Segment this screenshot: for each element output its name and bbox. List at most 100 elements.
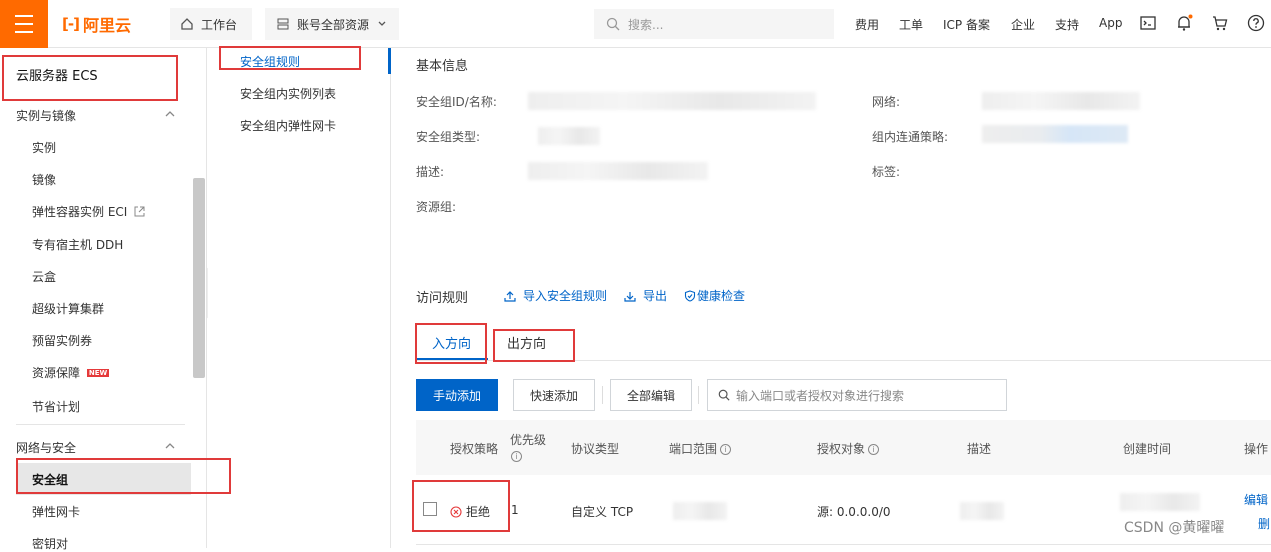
sidebar-item-cloudbox[interactable]: 云盒 bbox=[32, 268, 56, 285]
enterprise-link[interactable]: 企业 bbox=[1011, 16, 1035, 33]
sidebar-item-reserved[interactable]: 预留实例券 bbox=[32, 332, 92, 349]
workbench-button[interactable]: 工作台 bbox=[170, 8, 252, 40]
home-icon bbox=[181, 18, 193, 30]
hamburger-menu-button[interactable] bbox=[0, 0, 48, 48]
top-navigation-bar: [-] 阿里云 工作台 账号全部资源 搜索... 费用 工单 ICP 备案 企业… bbox=[0, 0, 1271, 48]
sidebar-divider bbox=[16, 424, 185, 425]
search-placeholder: 搜索... bbox=[628, 17, 664, 32]
sg-id-value-redacted bbox=[528, 92, 816, 110]
sidebar-scrollbar[interactable] bbox=[193, 178, 205, 378]
edit-all-button[interactable]: 全部编辑 bbox=[610, 379, 692, 411]
main-content: 基本信息 安全组ID/名称: 安全组类型: 描述: 资源组: 网络: 组内连通策… bbox=[392, 48, 1271, 548]
th-label: 授权对象 bbox=[817, 442, 866, 456]
tags-label: 标签: bbox=[872, 165, 901, 179]
sidebar-item-savings[interactable]: 节省计划 bbox=[32, 398, 80, 415]
source-value: 源: 0.0.0.0/0 bbox=[817, 505, 891, 519]
basic-info-title: 基本信息 bbox=[416, 59, 469, 74]
resource-group-label: 资源组: bbox=[416, 200, 457, 214]
port-range-redacted bbox=[673, 502, 727, 520]
menu-line bbox=[15, 23, 33, 25]
edit-rule-link[interactable]: 编辑 bbox=[1244, 491, 1268, 508]
sidebar-item-images[interactable]: 镜像 bbox=[32, 171, 56, 188]
description-redacted bbox=[960, 502, 1004, 520]
annotation-box bbox=[412, 480, 510, 532]
sidebar-item-scc[interactable]: 超级计算集群 bbox=[32, 300, 104, 317]
import-rules-label: 导入安全组规则 bbox=[523, 289, 608, 303]
th-created-time: 创建时间 bbox=[1123, 442, 1172, 456]
manual-add-button[interactable]: 手动添加 bbox=[416, 379, 498, 411]
priority-value: 1 bbox=[511, 503, 519, 517]
delete-rule-link[interactable]: 删 bbox=[1258, 515, 1270, 532]
import-rules-link[interactable]: 导入安全组规则 bbox=[504, 287, 607, 304]
terminal-icon[interactable] bbox=[1139, 14, 1157, 32]
access-rules-title: 访问规则 bbox=[416, 291, 469, 306]
th-priority: 优先级 bbox=[510, 433, 547, 447]
info-icon[interactable]: i bbox=[868, 444, 880, 455]
bell-icon[interactable] bbox=[1175, 14, 1193, 32]
workbench-label: 工作台 bbox=[201, 17, 238, 32]
ticket-link[interactable]: 工单 bbox=[899, 16, 923, 33]
chevron-up-icon[interactable] bbox=[164, 440, 176, 452]
billing-link[interactable]: 费用 bbox=[855, 16, 879, 33]
sidebar-item-keypair[interactable]: 密钥对 bbox=[32, 535, 68, 552]
shield-check-icon bbox=[684, 289, 696, 302]
th-source: 授权对象 i bbox=[817, 440, 880, 457]
menu-line bbox=[15, 15, 33, 17]
annotation-box bbox=[415, 323, 487, 364]
th-label: 端口范围 bbox=[669, 442, 718, 456]
annotation-box bbox=[2, 55, 178, 101]
subnav-item-instances[interactable]: 安全组内实例列表 bbox=[240, 85, 336, 102]
info-icon[interactable]: i bbox=[511, 451, 522, 462]
csdn-watermark: CSDN @黄曜曜 bbox=[1124, 520, 1225, 536]
toolbar-separator bbox=[602, 386, 603, 404]
subnav-item-enis[interactable]: 安全组内弹性网卡 bbox=[240, 117, 336, 134]
cart-icon[interactable] bbox=[1211, 14, 1229, 32]
help-icon[interactable] bbox=[1247, 14, 1265, 32]
server-icon bbox=[277, 18, 289, 30]
global-search-input[interactable]: 搜索... bbox=[594, 9, 834, 39]
annotation-box bbox=[219, 46, 361, 70]
network-label: 网络: bbox=[872, 95, 901, 109]
health-check-label: 健康检查 bbox=[697, 289, 746, 303]
th-description: 描述 bbox=[967, 442, 992, 456]
th-protocol: 协议类型 bbox=[571, 442, 620, 456]
th-actions: 操作 bbox=[1244, 442, 1269, 456]
sidebar-item-guarantee[interactable]: 资源保障 NEW bbox=[32, 364, 110, 381]
sg-type-value-redacted bbox=[538, 127, 600, 145]
sidebar-item-ddh[interactable]: 专有宿主机 DDH bbox=[32, 236, 123, 253]
toolbar-separator bbox=[698, 386, 699, 404]
logo-text: 阿里云 bbox=[82, 16, 131, 35]
sidebar-item-instances[interactable]: 实例 bbox=[32, 139, 56, 156]
th-policy: 授权策略 bbox=[450, 442, 499, 456]
upload-icon bbox=[504, 290, 516, 302]
export-label: 导出 bbox=[643, 289, 668, 303]
sg-type-label: 安全组类型: bbox=[416, 130, 481, 144]
support-link[interactable]: 支持 bbox=[1055, 16, 1079, 33]
resources-dropdown[interactable]: 账号全部资源 bbox=[265, 8, 399, 40]
group-network-security[interactable]: 网络与安全 bbox=[16, 439, 76, 456]
health-check-link[interactable]: 健康检查 bbox=[684, 287, 745, 304]
sidebar-item-eci[interactable]: 弹性容器实例 ECI bbox=[32, 203, 145, 220]
chevron-down-icon bbox=[378, 21, 386, 26]
sidebar-item-label: 弹性容器实例 ECI bbox=[32, 205, 128, 219]
group-instances-images[interactable]: 实例与镜像 bbox=[16, 107, 76, 124]
description-label: 描述: bbox=[416, 165, 445, 179]
icp-link[interactable]: ICP 备案 bbox=[943, 16, 990, 33]
chevron-up-icon[interactable] bbox=[164, 108, 176, 120]
search-icon bbox=[606, 17, 620, 31]
aliyun-logo[interactable]: [-] 阿里云 bbox=[62, 13, 131, 35]
security-group-subnav: 安全组规则 安全组内实例列表 安全组内弹性网卡 bbox=[208, 48, 391, 548]
export-link[interactable]: 导出 bbox=[624, 287, 667, 304]
protocol-value: 自定义 TCP bbox=[571, 505, 634, 519]
search-icon bbox=[718, 389, 730, 401]
menu-line bbox=[15, 31, 33, 33]
logo-icon: [-] bbox=[62, 15, 80, 33]
rule-search-input[interactable]: 输入端口或者授权对象进行搜索 bbox=[707, 379, 1007, 411]
external-link-icon bbox=[134, 206, 145, 217]
info-icon[interactable]: i bbox=[720, 444, 732, 455]
network-value-redacted bbox=[982, 92, 1140, 110]
quick-add-button[interactable]: 快速添加 bbox=[513, 379, 595, 411]
sidebar-item-eni[interactable]: 弹性网卡 bbox=[32, 503, 80, 520]
intra-group-policy-label: 组内连通策略: bbox=[872, 130, 949, 144]
app-link[interactable]: App bbox=[1099, 16, 1122, 30]
